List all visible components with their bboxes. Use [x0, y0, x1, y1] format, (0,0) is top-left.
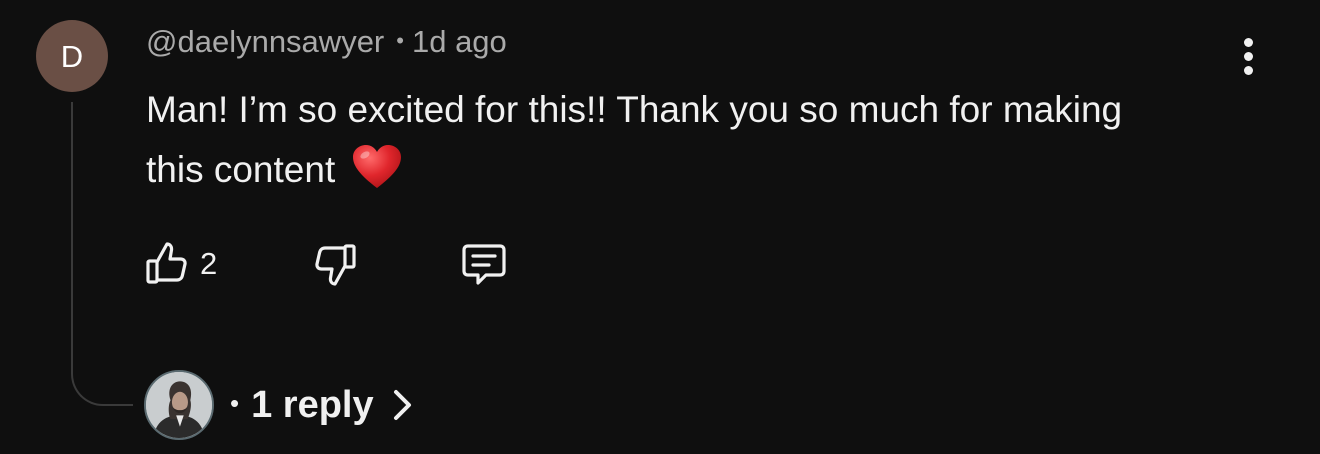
dislike-button[interactable] — [310, 236, 362, 292]
comment-meta: @daelynnsawyer • 1d ago — [146, 24, 507, 60]
meta-separator: • — [396, 28, 404, 53]
commenter-avatar[interactable]: D — [36, 20, 108, 92]
more-actions-button[interactable] — [1228, 32, 1268, 80]
thumbs-up-icon — [146, 242, 187, 284]
thread-connector-line — [71, 102, 133, 406]
avatar-letter: D — [60, 38, 84, 74]
comment-icon — [462, 244, 506, 285]
replies-separator: • — [230, 387, 240, 418]
more-vertical-icon-dot-1 — [1243, 37, 1253, 47]
chevron-right-icon[interactable] — [392, 388, 414, 422]
like-button[interactable]: 2 — [140, 236, 217, 292]
thumbs-down-icon — [315, 244, 356, 286]
replier-avatar — [144, 370, 214, 440]
reply-button[interactable] — [458, 236, 510, 292]
more-vertical-icon-dot-3 — [1243, 65, 1253, 75]
replier-avatar-image — [146, 372, 212, 438]
comment-username[interactable]: @daelynnsawyer — [146, 24, 384, 59]
comment-text-content: Man! I’m so excited for this!! Thank you… — [146, 89, 1123, 190]
like-count: 2 — [200, 246, 218, 281]
replies-count-label[interactable]: 1 reply — [251, 384, 374, 427]
comment-text: Man! I’m so excited for this!! Thank you… — [146, 80, 1186, 200]
comment-timestamp: 1d ago — [411, 24, 507, 59]
more-vertical-icon-dot-2 — [1243, 51, 1253, 61]
view-replies-button[interactable]: • 1 reply — [144, 368, 414, 442]
red-heart-emoji-icon — [352, 145, 401, 188]
